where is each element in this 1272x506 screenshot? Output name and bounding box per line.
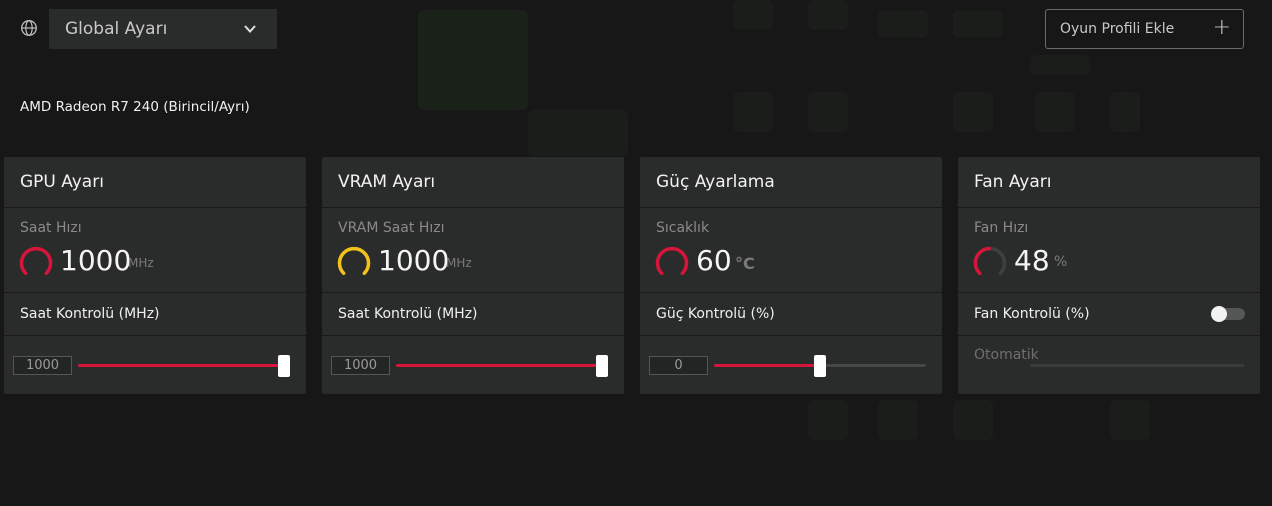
vram-clock-metric: VRAM Saat Hızı 1000 MHz <box>322 208 624 293</box>
add-game-profile-button[interactable]: Oyun Profili Ekle + <box>1045 9 1244 49</box>
power-value-input[interactable]: 0 <box>649 356 708 375</box>
clock-value-input[interactable]: 1000 <box>13 356 72 375</box>
metric-unit: °C <box>735 254 755 273</box>
temperature-metric: Sıcaklık 60 °C <box>640 208 942 293</box>
gpu-tuning-card: GPU Ayarı Saat Hızı 1000 MHz Saat Kontro… <box>4 157 306 394</box>
gauge-icon <box>19 246 53 276</box>
metric-label: Saat Hızı <box>20 220 82 236</box>
slider-fill <box>396 364 602 367</box>
metric-value: 1000 <box>378 244 450 277</box>
control-label: Güç Kontrolü (%) <box>640 293 942 336</box>
gpu-name: AMD Radeon R7 240 (Birincil/Ayrı) <box>20 99 250 115</box>
auto-label: Otomatik <box>974 347 1039 363</box>
vram-value-input[interactable]: 1000 <box>331 356 390 375</box>
clock-slider-track[interactable] <box>78 364 290 367</box>
gauge-icon <box>655 246 689 276</box>
metric-label: Fan Hızı <box>974 220 1029 236</box>
power-tuning-card: Güç Ayarlama Sıcaklık 60 °C Güç Kontrolü… <box>640 157 942 394</box>
control-label: Fan Kontrolü (%) <box>974 306 1090 322</box>
metric-value: 60 <box>696 244 732 277</box>
power-slider-row: 0 <box>640 336 942 393</box>
slider-fill <box>714 364 820 367</box>
gauge-icon <box>973 246 1007 276</box>
vram-tuning-card: VRAM Ayarı VRAM Saat Hızı 1000 MHz Saat … <box>322 157 624 394</box>
fan-tuning-card: Fan Ayarı Fan Hızı 48 % Fan Kontrolü (%)… <box>958 157 1260 394</box>
slider-fill <box>78 364 284 367</box>
card-title: Fan Ayarı <box>958 157 1260 208</box>
gauge-icon <box>337 246 371 276</box>
profile-select-value: Global Ayarı <box>65 19 168 39</box>
metric-unit: % <box>1054 254 1068 270</box>
vram-slider-thumb[interactable] <box>596 355 608 377</box>
fan-control-row: Fan Kontrolü (%) <box>958 293 1260 336</box>
metric-unit: MHz <box>446 256 472 270</box>
metric-value: 1000 <box>60 244 132 277</box>
clock-speed-metric: Saat Hızı 1000 MHz <box>4 208 306 293</box>
clock-slider-row: 1000 <box>4 336 306 393</box>
clock-slider-thumb[interactable] <box>278 355 290 377</box>
fan-control-toggle[interactable] <box>1211 306 1245 322</box>
power-slider-thumb[interactable] <box>814 355 826 377</box>
metric-label: Sıcaklık <box>656 220 710 236</box>
chevron-down-icon <box>244 25 256 33</box>
card-title: Güç Ayarlama <box>640 157 942 208</box>
metric-value: 48 <box>1014 244 1050 277</box>
vram-slider-track[interactable] <box>396 364 608 367</box>
profile-select[interactable]: Global Ayarı <box>49 9 277 49</box>
add-game-profile-label: Oyun Profili Ekle <box>1060 21 1175 37</box>
control-label: Saat Kontrolü (MHz) <box>322 293 624 336</box>
globe-icon[interactable] <box>20 19 38 37</box>
plus-icon: + <box>1212 15 1231 40</box>
card-title: GPU Ayarı <box>4 157 306 208</box>
top-bar: Global Ayarı Oyun Profili Ekle + <box>0 0 1272 58</box>
card-title: VRAM Ayarı <box>322 157 624 208</box>
vram-slider-row: 1000 <box>322 336 624 393</box>
toggle-knob <box>1211 306 1227 322</box>
fan-slider-track <box>1030 364 1244 367</box>
metric-unit: MHz <box>128 256 154 270</box>
fan-speed-metric: Fan Hızı 48 % <box>958 208 1260 293</box>
control-label: Saat Kontrolü (MHz) <box>4 293 306 336</box>
metric-label: VRAM Saat Hızı <box>338 220 445 236</box>
fan-slider-row: Otomatik <box>958 336 1260 393</box>
